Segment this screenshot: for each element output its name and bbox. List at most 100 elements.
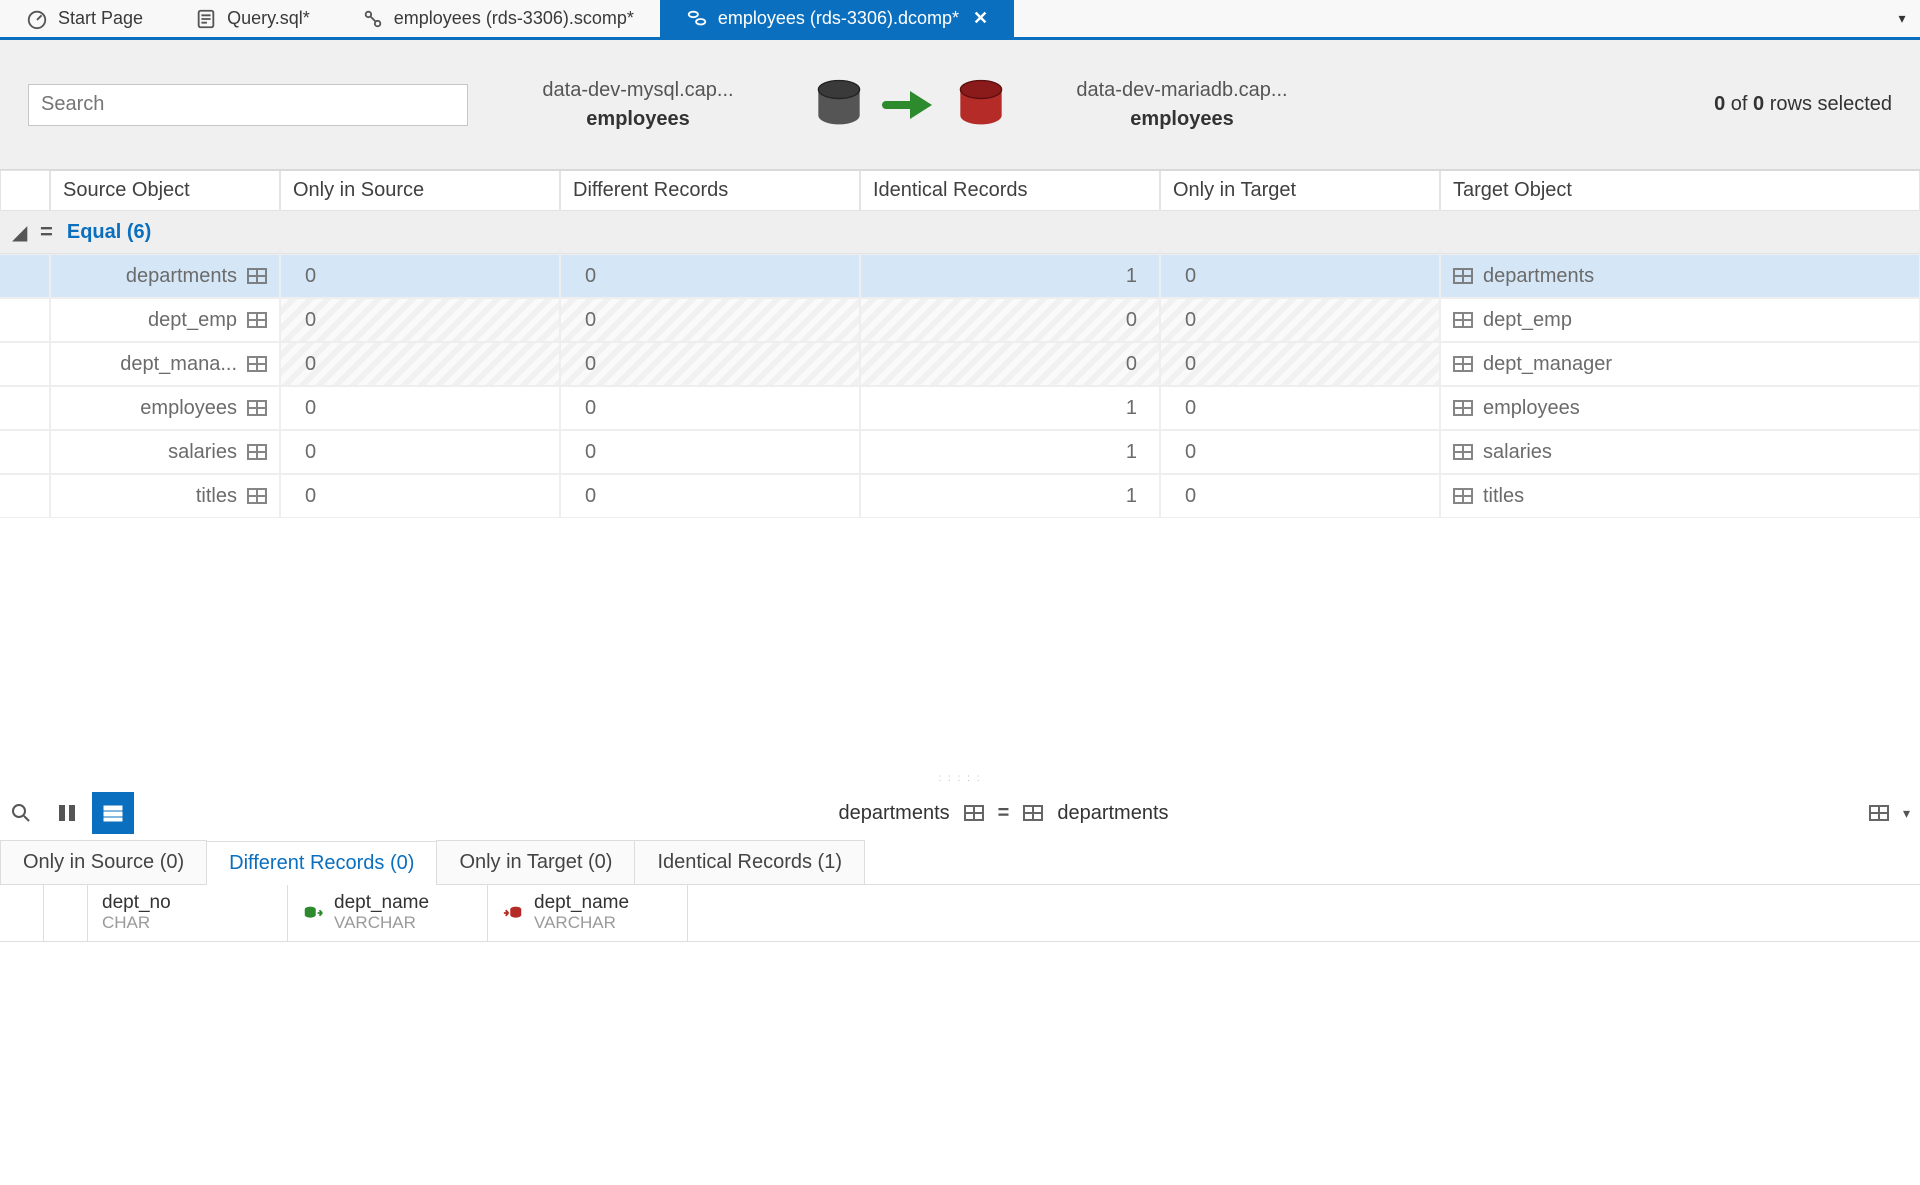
only-source-cell: 0 [280, 342, 560, 386]
source-object-cell[interactable]: employees [50, 386, 280, 430]
splitter-handle[interactable]: : : : : : [0, 770, 1920, 786]
target-db-group: data-dev-mariadb.cap... employees [1032, 79, 1332, 131]
only-target-cell: 0 [1160, 298, 1440, 342]
only-target-cell: 0 [1160, 430, 1440, 474]
tab-scomp[interactable]: employees (rds-3306).scomp* [336, 0, 660, 37]
column-header[interactable]: dept_nameVARCHAR [288, 885, 488, 941]
rows-compare-icon[interactable] [92, 792, 134, 834]
source-host: data-dev-mysql.cap... [542, 79, 733, 102]
different-cell: 0 [560, 254, 860, 298]
schema-compare-icon [362, 8, 384, 30]
search-input[interactable] [28, 84, 468, 126]
tab-label: Query.sql* [227, 8, 310, 29]
target-object-cell[interactable]: salaries [1440, 430, 1920, 474]
row-checkbox-cell[interactable] [0, 342, 50, 386]
group-row[interactable]: ◢=Equal (6) [0, 211, 1920, 254]
source-object-cell[interactable]: salaries [50, 430, 280, 474]
grid-header[interactable]: Only in Source [280, 170, 560, 211]
arrow-right-icon [870, 85, 950, 125]
grid-header[interactable]: Source Object [50, 170, 280, 211]
different-cell: 0 [560, 298, 860, 342]
detail-tab[interactable]: Different Records (0) [206, 841, 437, 885]
selection-count: 0 of 0 rows selected [1714, 93, 1892, 116]
selected-object-label: departments = departments [138, 802, 1869, 825]
database-source-icon [808, 74, 870, 136]
total-num: 0 [1753, 93, 1764, 115]
detail-column-headers: dept_noCHARdept_nameVARCHARdept_nameVARC… [0, 885, 1920, 942]
data-compare-icon [686, 8, 708, 30]
detail-tab[interactable]: Only in Target (0) [436, 840, 635, 884]
different-cell: 0 [560, 342, 860, 386]
close-icon[interactable]: ✕ [973, 8, 988, 29]
grid-header[interactable]: Identical Records [860, 170, 1160, 211]
db-out-icon [302, 902, 324, 924]
tab-label: employees (rds-3306).dcomp* [718, 8, 959, 29]
grid-header[interactable]: Only in Target [1160, 170, 1440, 211]
database-target-icon [950, 74, 1012, 136]
find-button[interactable] [0, 792, 42, 834]
only-target-cell: 0 [1160, 474, 1440, 518]
row-header-spacer [44, 885, 88, 941]
tab-label: employees (rds-3306).scomp* [394, 8, 634, 29]
grid-header[interactable]: Target Object [1440, 170, 1920, 211]
selection-suffix: rows selected [1770, 93, 1892, 115]
table-icon [964, 805, 984, 821]
comparison-grid: Source ObjectOnly in SourceDifferent Rec… [0, 170, 1920, 518]
selected-right: departments [1057, 802, 1168, 825]
row-checkbox-cell[interactable] [0, 298, 50, 342]
only-source-cell: 0 [280, 386, 560, 430]
only-source-cell: 0 [280, 474, 560, 518]
row-checkbox-cell[interactable] [0, 430, 50, 474]
selected-left: departments [838, 802, 949, 825]
only-target-cell: 0 [1160, 386, 1440, 430]
sql-file-icon [195, 8, 217, 30]
identical-cell: 1 [860, 474, 1160, 518]
source-object-cell[interactable]: titles [50, 474, 280, 518]
target-object-cell[interactable]: dept_emp [1440, 298, 1920, 342]
row-checkbox-cell[interactable] [0, 254, 50, 298]
source-db-name: employees [586, 108, 689, 131]
comparison-grid-wrap: Source ObjectOnly in SourceDifferent Rec… [0, 170, 1920, 770]
row-checkbox-cell[interactable] [0, 474, 50, 518]
identical-cell: 1 [860, 430, 1160, 474]
only-target-cell: 0 [1160, 342, 1440, 386]
grid-header[interactable]: Different Records [560, 170, 860, 211]
identical-cell: 1 [860, 386, 1160, 430]
target-host: data-dev-mariadb.cap... [1076, 79, 1287, 102]
collapse-icon[interactable]: ◢ [12, 220, 26, 245]
source-object-cell[interactable]: dept_emp [50, 298, 280, 342]
only-source-cell: 0 [280, 254, 560, 298]
different-cell: 0 [560, 430, 860, 474]
target-object-cell[interactable]: departments [1440, 254, 1920, 298]
source-object-cell[interactable]: departments [50, 254, 280, 298]
tab-dcomp[interactable]: employees (rds-3306).dcomp* ✕ [660, 0, 1014, 37]
tab-strip: Start Page Query.sql* employees (rds-330… [0, 0, 1920, 40]
target-db-name: employees [1130, 108, 1233, 131]
identical-cell: 1 [860, 254, 1160, 298]
chevron-down-icon[interactable]: ▾ [1903, 805, 1910, 822]
detail-tab[interactable]: Only in Source (0) [0, 840, 207, 884]
target-object-cell[interactable]: employees [1440, 386, 1920, 430]
target-object-cell[interactable]: dept_manager [1440, 342, 1920, 386]
only-source-cell: 0 [280, 430, 560, 474]
gauge-icon [26, 8, 48, 30]
group-label: Equal (6) [67, 221, 151, 244]
tab-start-page[interactable]: Start Page [0, 0, 169, 37]
tab-label: Start Page [58, 8, 143, 29]
source-object-cell[interactable]: dept_mana... [50, 342, 280, 386]
column-header[interactable]: dept_noCHAR [88, 885, 288, 941]
target-object-cell[interactable]: titles [1440, 474, 1920, 518]
row-header-spacer [0, 885, 44, 941]
detail-tab[interactable]: Identical Records (1) [634, 840, 865, 884]
table-icon [1023, 805, 1043, 821]
column-header[interactable]: dept_nameVARCHAR [488, 885, 688, 941]
tab-query-sql[interactable]: Query.sql* [169, 0, 336, 37]
bottom-toolbar: departments = departments ▾ [0, 786, 1920, 840]
columns-compare-icon[interactable] [46, 792, 88, 834]
identical-cell: 0 [860, 298, 1160, 342]
row-checkbox-cell[interactable] [0, 386, 50, 430]
tab-overflow-button[interactable]: ▾ [1884, 0, 1920, 37]
table-grid-icon[interactable] [1869, 805, 1889, 821]
only-target-cell: 0 [1160, 254, 1440, 298]
different-cell: 0 [560, 474, 860, 518]
